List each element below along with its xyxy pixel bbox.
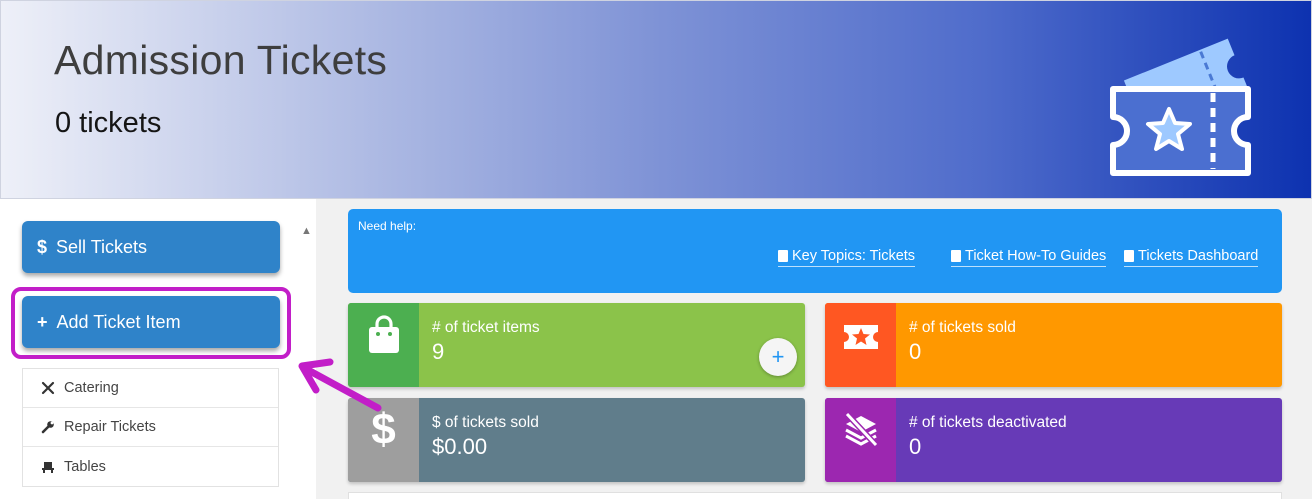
shopping-bag-icon <box>368 315 399 353</box>
stat-value: 0 <box>909 339 922 364</box>
tickets-dashboard-link-label: Tickets Dashboard <box>1138 248 1259 264</box>
stat-label: # of tickets sold <box>909 319 1016 336</box>
sell-tickets-label: Sell Tickets <box>56 236 148 257</box>
stat-icon-box <box>825 398 896 482</box>
layers-off-icon <box>844 411 878 448</box>
stat-label: $ of tickets sold <box>432 414 539 431</box>
tickets-dashboard-link[interactable]: Tickets Dashboard <box>1124 248 1259 267</box>
dollar-icon: $ <box>37 236 48 257</box>
ticket-illustration-icon <box>1110 38 1251 176</box>
stat-label: # of ticket items <box>432 319 540 336</box>
page-title: Admission Tickets <box>54 37 388 83</box>
stat-card-deactivated[interactable]: # of tickets deactivated 0 <box>825 398 1282 482</box>
stat-value: 0 <box>909 434 922 459</box>
ticket-star-icon <box>843 325 878 349</box>
utensils-icon <box>39 381 57 395</box>
book-icon <box>778 250 788 262</box>
help-panel: Need help: Key Topics: Tickets Ticket Ho… <box>348 209 1282 293</box>
stat-card-revenue[interactable]: $ $ of tickets sold $0.00 <box>348 398 805 482</box>
stat-label: # of tickets deactivated <box>909 414 1067 431</box>
ticket-count: 0 tickets <box>55 107 162 139</box>
bottom-panel <box>348 492 1282 499</box>
stat-value: 9 <box>432 339 445 364</box>
key-topics-link-label: Key Topics: Tickets <box>792 248 916 264</box>
sidebar-menu: Catering Repair Tickets Tables <box>22 368 279 487</box>
sidebar-item-label: Catering <box>64 380 119 396</box>
sidebar-item-label: Tables <box>64 458 106 475</box>
highlight-box <box>11 287 291 359</box>
stat-value: $0.00 <box>432 434 488 459</box>
book-icon <box>1124 250 1134 262</box>
chair-icon <box>39 460 57 474</box>
stat-icon-box <box>825 303 896 387</box>
how-to-guides-link-label: Ticket How-To Guides <box>965 248 1107 264</box>
sidebar-item-tables[interactable]: Tables <box>23 447 278 486</box>
annotation-arrow-icon <box>298 358 382 412</box>
sidebar-item-catering[interactable]: Catering <box>23 369 278 408</box>
sell-tickets-button[interactable]: $ Sell Tickets <box>22 221 280 273</box>
stat-card-tickets-sold[interactable]: # of tickets sold 0 <box>825 303 1282 387</box>
sidebar-item-repair-tickets[interactable]: Repair Tickets <box>23 408 278 447</box>
how-to-guides-link[interactable]: Ticket How-To Guides <box>951 248 1107 267</box>
key-topics-link[interactable]: Key Topics: Tickets <box>778 248 916 267</box>
sidebar-item-label: Repair Tickets <box>64 419 156 435</box>
help-label: Need help: <box>358 219 417 233</box>
page-header: Admission Tickets 0 tickets <box>0 0 1312 199</box>
wrench-icon <box>39 420 57 434</box>
stat-card-ticket-items[interactable]: # of ticket items 9 + <box>348 303 805 387</box>
add-item-button[interactable]: + <box>759 338 797 376</box>
book-icon <box>951 250 961 262</box>
scroll-up-arrow-icon[interactable]: ▲ <box>301 225 312 237</box>
